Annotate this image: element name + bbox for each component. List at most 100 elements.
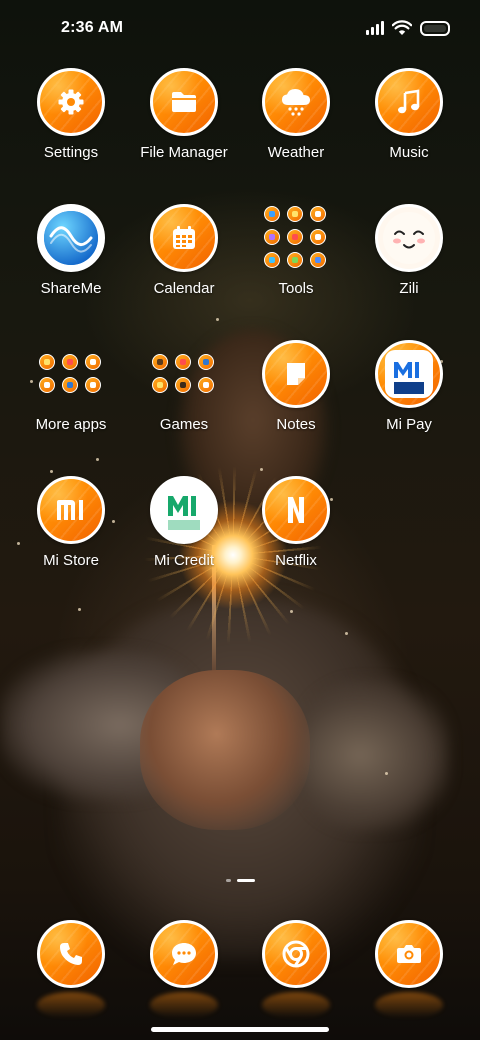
mini-app-icon: [175, 353, 191, 370]
mini-app-icon: [62, 376, 78, 393]
app-label: Weather: [267, 144, 325, 161]
dock: [0, 920, 480, 990]
app-label: Mi Pay: [386, 416, 432, 433]
mini-app-icon: [62, 353, 78, 370]
status-bar: 2:36 AM: [0, 0, 480, 56]
status-time: 2:36 AM: [61, 19, 124, 36]
weather-icon-tile: [262, 68, 330, 136]
mini-app-icon: [287, 252, 303, 268]
folder-grid-icon: [262, 204, 330, 272]
phone-icon-tile: [37, 920, 105, 988]
mini-app-icon: [39, 376, 55, 393]
mini-app-icon: [264, 206, 280, 222]
gear-icon: [58, 89, 84, 115]
app-file-manager[interactable]: File Manager: [129, 68, 239, 180]
mini-app-icon: [310, 252, 326, 268]
mini-app-icon: [85, 353, 101, 370]
wallpaper-spark-particle: [216, 318, 219, 321]
app-label: More apps: [35, 416, 107, 433]
status-icons: [366, 18, 450, 38]
battery-icon: [420, 20, 450, 36]
mini-app-icon: [175, 376, 191, 393]
app-label: Notes: [276, 416, 316, 433]
app-zili[interactable]: Zili: [354, 204, 464, 316]
folder-games[interactable]: Games: [129, 340, 239, 452]
wallpaper-right-arm: [300, 680, 450, 830]
folder-more-apps[interactable]: More apps: [16, 340, 126, 452]
calendar-icon: [173, 226, 195, 249]
mi-store-icon-tile: [37, 476, 105, 544]
mi-logo-icon: [57, 500, 83, 520]
note-icon: [287, 363, 305, 385]
wallpaper-spark-particle: [96, 458, 99, 461]
app-shareme[interactable]: ShareMe: [16, 204, 126, 316]
zili-face-icon: [383, 212, 435, 264]
app-mi-credit[interactable]: Mi Credit: [129, 476, 239, 588]
app-notes[interactable]: Notes: [241, 340, 351, 452]
wallpaper-spark-particle: [50, 470, 53, 473]
mini-app-icon: [198, 376, 214, 393]
page-indicator[interactable]: [0, 879, 480, 882]
music-icon-tile: [375, 68, 443, 136]
dock-chrome[interactable]: [241, 920, 351, 990]
mini-app-icon: [39, 353, 55, 370]
dock-phone[interactable]: [16, 920, 126, 990]
wallpaper-spark-particle: [78, 608, 81, 611]
wallpaper-spark-particle: [385, 772, 388, 775]
camera-icon: [397, 945, 421, 963]
app-label: Mi Credit: [153, 552, 214, 569]
wifi-icon: [392, 20, 412, 35]
mini-app-icon: [152, 353, 168, 370]
mini-app-icon: [152, 376, 168, 393]
app-label: Calendar: [153, 280, 215, 297]
app-mi-store[interactable]: Mi Store: [16, 476, 126, 588]
calendar-icon-tile: [150, 204, 218, 272]
app-netflix[interactable]: Netflix: [241, 476, 351, 588]
folder-grid-icon: [150, 340, 218, 408]
netflix-icon: [288, 497, 304, 523]
mini-app-icon: [310, 229, 326, 245]
music-note-icon: [398, 89, 420, 114]
folder-icon: [172, 92, 196, 112]
app-settings[interactable]: Settings: [16, 68, 126, 180]
folder-tools[interactable]: Tools: [241, 204, 351, 316]
page-dot-active[interactable]: [236, 879, 255, 882]
chrome-icon-tile: [262, 920, 330, 988]
app-label: Netflix: [275, 552, 317, 569]
dock-reflection: [375, 992, 443, 1018]
app-label: Mi Store: [43, 552, 99, 569]
chrome-icon: [282, 940, 310, 968]
mini-app-icon: [264, 229, 280, 245]
zili-icon-tile: [375, 204, 443, 272]
settings-icon-tile: [37, 68, 105, 136]
mini-app-icon: [310, 206, 326, 222]
message-icon: [172, 943, 196, 965]
signal-icon: [366, 21, 384, 35]
dock-camera[interactable]: [354, 920, 464, 990]
notes-icon-tile: [262, 340, 330, 408]
app-mi-pay[interactable]: Mi Pay: [354, 340, 464, 452]
file-manager-icon-tile: [150, 68, 218, 136]
home-indicator[interactable]: [151, 1027, 329, 1032]
mi-pay-icon: [385, 350, 433, 398]
dock-messages[interactable]: [129, 920, 239, 990]
wallpaper-spark-particle: [345, 632, 348, 635]
mini-app-icon: [198, 353, 214, 370]
app-label: Settings: [43, 144, 99, 161]
app-label: Music: [389, 144, 429, 161]
page-dot[interactable]: [225, 879, 231, 882]
mini-app-icon: [85, 376, 101, 393]
wallpaper-spark-particle: [290, 610, 293, 613]
app-label: Games: [159, 416, 209, 433]
dock-reflection: [262, 992, 330, 1018]
folder-grid-icon: [37, 340, 105, 408]
app-label: File Manager: [140, 144, 228, 161]
messages-icon-tile: [150, 920, 218, 988]
app-calendar[interactable]: Calendar: [129, 204, 239, 316]
app-weather[interactable]: Weather: [241, 68, 351, 180]
shareme-icon: [44, 211, 98, 265]
app-music[interactable]: Music: [354, 68, 464, 180]
mini-app-icon: [264, 252, 280, 268]
cloud-snow-icon: [282, 89, 310, 116]
mi-credit-icon: [168, 496, 200, 530]
